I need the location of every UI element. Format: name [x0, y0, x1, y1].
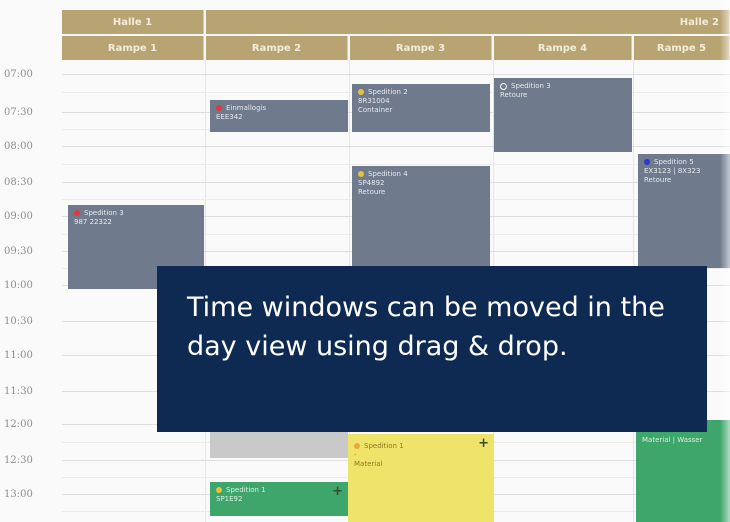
time-label: 07:30	[4, 107, 33, 118]
slot-cargo: Container	[358, 106, 393, 114]
slot-cargo: Retoure	[644, 176, 672, 184]
status-dot-icon	[500, 82, 507, 90]
slot-reference: 987 22322	[74, 218, 112, 226]
time-window-slot-dragging[interactable]: + Spedition 1 - Material	[348, 434, 494, 522]
status-dot-icon	[354, 443, 360, 449]
time-label: 08:00	[4, 141, 33, 152]
time-label: 08:30	[4, 177, 33, 188]
slot-cargo: Retoure	[358, 188, 386, 196]
slot-title: Einmallogis	[226, 104, 267, 112]
slot-cargo: Material	[354, 460, 383, 468]
hall-header-2: Halle 2	[206, 10, 730, 34]
time-window-slot[interactable]: Spedition 4 SP4892 Retoure	[352, 166, 490, 270]
ramp-header-3: Rampe 3	[350, 36, 492, 60]
time-window-slot[interactable]: Spedition 3 Retoure	[494, 78, 632, 152]
slot-reference: EX3123 | 8X323	[644, 167, 701, 175]
add-icon[interactable]: +	[332, 485, 343, 498]
slot-cargo: Retoure	[500, 91, 528, 99]
slot-reference: 8R31004	[358, 97, 390, 105]
slot-title: Spedition 3	[84, 209, 124, 217]
day-view-calendar: Halle 1 Halle 2 Rampe 1 Rampe 2 Rampe 3 …	[0, 0, 730, 522]
time-label: 09:30	[4, 246, 33, 257]
slot-reference: EEE342	[216, 113, 243, 121]
time-label: 13:00	[4, 489, 33, 500]
slot-title: Spedition 4	[368, 170, 408, 178]
time-label: 10:00	[4, 280, 33, 291]
time-window-slot[interactable]: Spedition 5 EX3123 | 8X323 Retoure	[638, 154, 730, 268]
status-dot-icon	[216, 487, 222, 493]
slot-reference: SP4892	[358, 179, 385, 187]
ramp-header-4: Rampe 4	[494, 36, 632, 60]
time-label: 10:30	[4, 316, 33, 327]
time-window-slot[interactable]: Spedition 2 8R31004 Container	[352, 84, 490, 132]
status-dot-icon	[74, 210, 80, 216]
hall-header-1: Halle 1	[62, 10, 204, 34]
status-dot-icon	[216, 105, 222, 111]
slot-title: Spedition 2	[368, 88, 408, 96]
drag-placeholder	[210, 428, 348, 458]
time-label: 07:00	[4, 69, 33, 80]
time-window-slot[interactable]: + Spedition 1 SP1E92	[210, 482, 348, 516]
status-dot-icon	[358, 171, 364, 177]
slot-title: Spedition 1	[364, 442, 404, 450]
slot-title: Spedition 5	[654, 158, 694, 166]
slot-title: Spedition 3	[511, 82, 551, 90]
slot-title: Spedition 1	[226, 486, 266, 494]
grid-line	[62, 74, 730, 75]
slot-cargo: Material | Wasser	[642, 436, 703, 444]
time-label: 12:00	[4, 419, 33, 430]
status-dot-icon	[358, 89, 364, 95]
edge-fade	[720, 0, 730, 522]
time-window-slot[interactable]: Einmallogis EEE342	[210, 100, 348, 132]
time-label: 11:30	[4, 386, 33, 397]
time-window-slot[interactable]: Material | Wasser	[636, 420, 730, 522]
time-label: 11:00	[4, 350, 33, 361]
ramp-header-1: Rampe 1	[62, 36, 204, 60]
grid-line	[62, 164, 730, 165]
caption-overlay: Time windows can be moved in the day vie…	[157, 266, 707, 432]
time-label: 09:00	[4, 211, 33, 222]
time-label: 12:30	[4, 455, 33, 466]
ramp-header-2: Rampe 2	[206, 36, 348, 60]
slot-reference: -	[354, 451, 357, 459]
status-dot-icon	[644, 159, 650, 165]
slot-reference: SP1E92	[216, 495, 243, 503]
add-icon[interactable]: +	[478, 437, 489, 450]
ramp-header-5: Rampe 5	[634, 36, 730, 60]
